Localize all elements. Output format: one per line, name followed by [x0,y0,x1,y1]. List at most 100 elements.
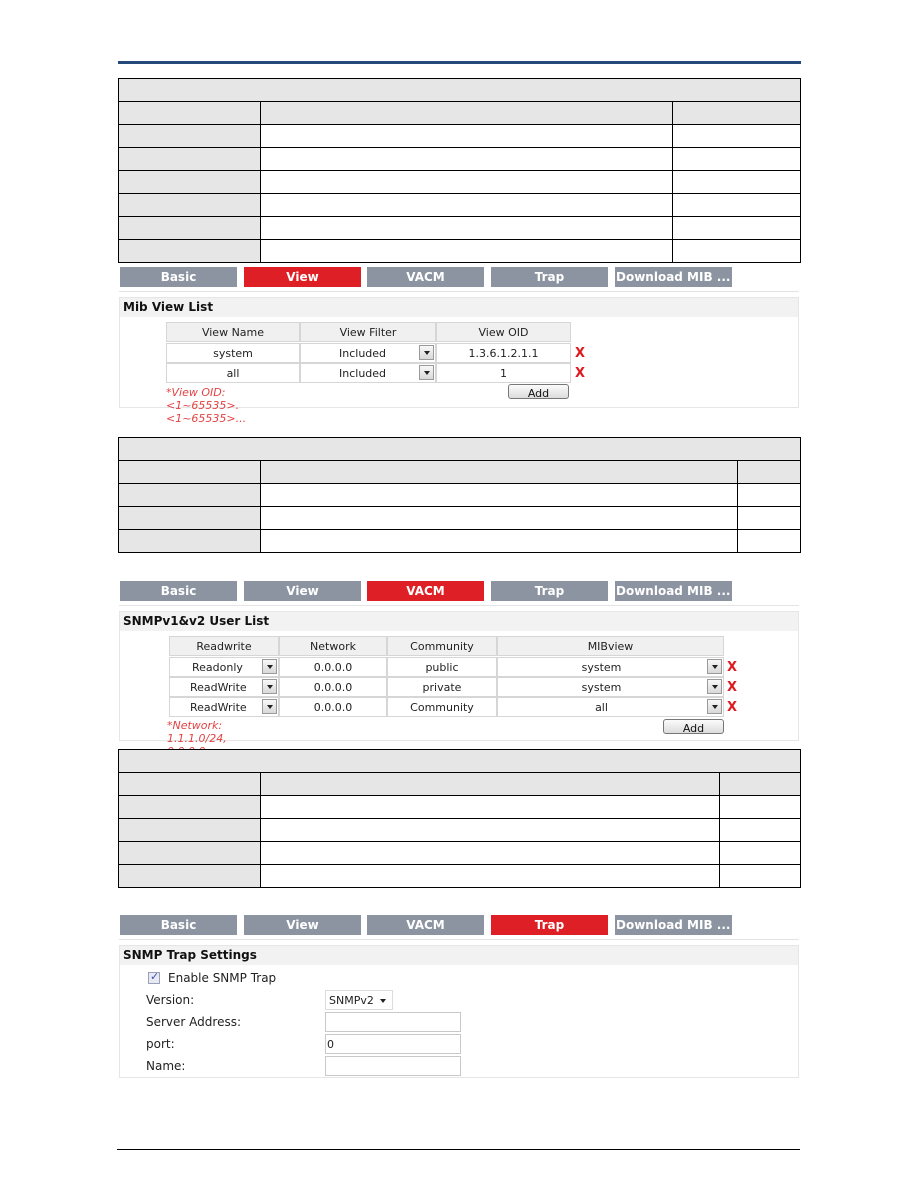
table-row [118,483,802,507]
tab-view[interactable]: View [244,915,361,935]
port-label: port: [146,1037,175,1051]
tab-underline [119,605,799,606]
add-view-button[interactable]: Add [508,384,569,400]
chevron-down-icon[interactable] [707,679,722,694]
tab-trap[interactable]: Trap [491,581,608,601]
table-row [118,239,802,263]
panel-title: SNMP Trap Settings [120,946,798,965]
table-row [118,795,802,819]
tab-download-mib[interactable]: Download MIB ... [615,915,732,935]
snmp-user-list-panel: SNMPv1&v2 User List Readwrite Network Co… [119,611,799,784]
column-header-view-name: View Name [166,322,300,342]
view-filter-select[interactable]: Included [300,343,436,363]
chevron-down-icon[interactable] [419,365,434,380]
tab-download-mib[interactable]: Download MIB ... [615,267,732,287]
mibview-select[interactable]: all [497,697,724,717]
community-input[interactable]: public [387,657,497,677]
table-header-row [118,101,802,125]
mibview-select[interactable]: system [497,657,724,677]
view-name-input[interactable]: all [166,363,300,383]
tab-bar-view: Basic View VACM Trap Download MIB ... [119,267,800,292]
table-header-row [118,460,802,484]
table-row [118,124,802,148]
table-title-row [117,437,802,461]
column-header-community: Community [387,636,497,656]
header-rule [118,61,801,64]
chevron-down-icon[interactable] [707,699,722,714]
footer-rule [117,1149,800,1150]
view-oid-input[interactable]: 1.3.6.1.2.1.1 [436,343,571,363]
column-header-mibview: MIBview [497,636,724,656]
mibview-value: system [581,661,622,674]
tab-bar-vacm: Basic View VACM Trap Download MIB ... [119,581,800,606]
table-row [118,193,802,217]
delete-row-icon[interactable]: X [575,367,585,381]
chevron-down-icon[interactable] [262,659,277,674]
column-header-view-oid: View OID [436,322,571,342]
view-filter-select[interactable]: Included [300,363,436,383]
tab-underline [119,939,799,940]
chevron-down-icon [380,999,386,1003]
tab-underline [119,291,799,292]
tab-basic[interactable]: Basic [120,267,237,287]
column-header-network: Network [279,636,387,656]
table-row [118,818,802,842]
table-header-row [118,772,802,796]
network-input[interactable]: 0.0.0.0 [279,657,387,677]
table-row [118,506,802,530]
delete-row-icon[interactable]: X [727,701,737,715]
tab-view[interactable]: View [244,581,361,601]
tab-vacm[interactable]: VACM [367,581,484,601]
delete-row-icon[interactable]: X [727,681,737,695]
mibview-select[interactable]: system [497,677,724,697]
table-row [118,864,802,888]
version-select[interactable]: SNMPv2 [325,990,393,1010]
table-row [118,529,802,553]
column-header-view-filter: View Filter [300,322,436,342]
mib-view-panel: Mib View List View Name View Filter View… [119,297,799,425]
parameter-table-vacm [117,749,802,888]
readwrite-value: ReadWrite [190,701,247,714]
tab-vacm[interactable]: VACM [367,267,484,287]
parameter-table-view [117,437,802,553]
snmp-trap-settings-panel: SNMP Trap Settings Enable SNMP Trap Vers… [119,945,799,1078]
name-input[interactable] [325,1056,461,1076]
community-input[interactable]: private [387,677,497,697]
community-input[interactable]: Community [387,697,497,717]
enable-snmp-trap-label: Enable SNMP Trap [168,971,277,985]
table-row [118,147,802,171]
version-label: Version: [146,993,195,1007]
tab-vacm[interactable]: VACM [367,915,484,935]
tab-trap[interactable]: Trap [491,915,608,935]
tab-download-mib[interactable]: Download MIB ... [615,581,732,601]
delete-row-icon[interactable]: X [575,347,585,361]
chevron-down-icon[interactable] [419,345,434,360]
view-oid-hint: *View OID:<1~65535>.<1~65535>... [166,386,247,425]
add-user-button[interactable]: Add [663,719,724,735]
delete-row-icon[interactable]: X [727,661,737,675]
version-value: SNMPv2 [329,994,374,1007]
mibview-value: system [581,681,622,694]
table-title-row [117,749,802,773]
readwrite-value: Readonly [192,661,243,674]
server-address-label: Server Address: [146,1015,241,1029]
table-row [118,841,802,865]
port-input[interactable] [325,1034,461,1054]
table-row [118,170,802,194]
server-address-input[interactable] [325,1012,461,1032]
chevron-down-icon[interactable] [262,699,277,714]
view-name-input[interactable]: system [166,343,300,363]
view-oid-input[interactable]: 1 [436,363,571,383]
chevron-down-icon[interactable] [262,679,277,694]
panel-title: SNMPv1&v2 User List [120,612,798,631]
enable-snmp-trap-checkbox[interactable] [148,970,160,984]
tab-basic[interactable]: Basic [120,581,237,601]
chevron-down-icon[interactable] [707,659,722,674]
table-title-row [117,78,802,102]
panel-title: Mib View List [120,298,798,317]
tab-trap[interactable]: Trap [491,267,608,287]
tab-basic[interactable]: Basic [120,915,237,935]
network-input[interactable]: 0.0.0.0 [279,677,387,697]
network-input[interactable]: 0.0.0.0 [279,697,387,717]
tab-view[interactable]: View [244,267,361,287]
